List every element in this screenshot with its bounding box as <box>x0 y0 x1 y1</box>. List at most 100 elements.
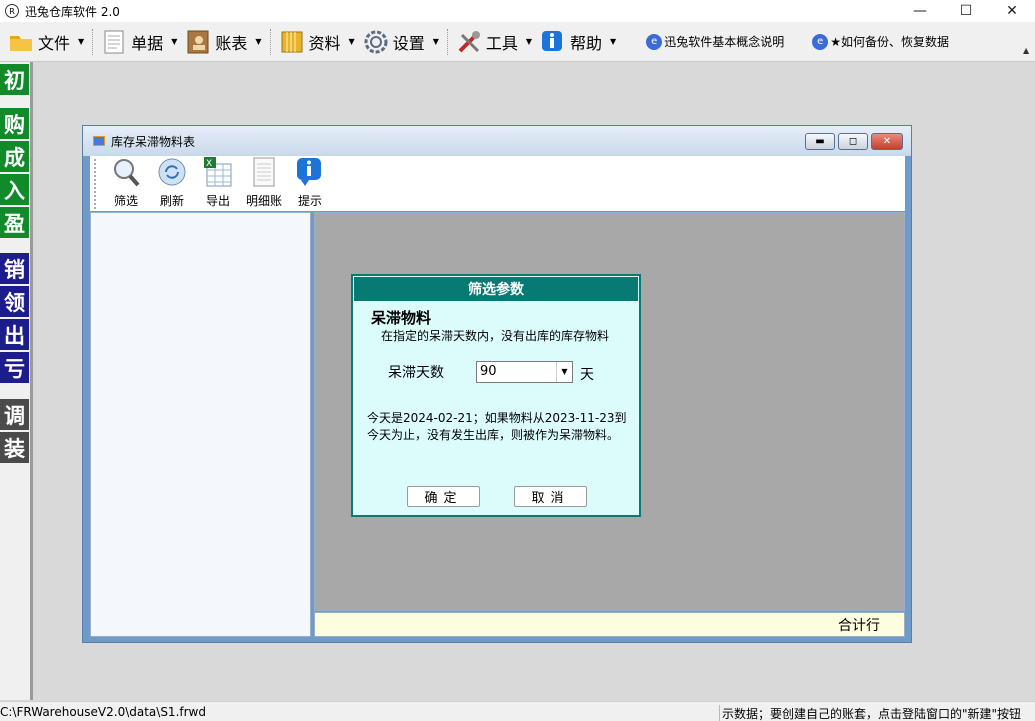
help-link-concepts-label: 迅兔软件基本概念说明 <box>664 35 785 49</box>
minimize-button[interactable]: — <box>897 0 943 22</box>
menu-separator <box>446 28 448 55</box>
child-window-title: 库存呆滞物料表 <box>111 134 196 149</box>
tips-button[interactable]: 提示 <box>287 156 333 211</box>
ie-link-icon: e <box>646 33 663 50</box>
dialog-note: 今天是2024-02-21；如果物料从2023-11-23到今天为止，没有发生出… <box>367 411 627 442</box>
menu-tools[interactable]: 工具 ▼ <box>452 26 536 58</box>
chevron-down-icon: ▼ <box>348 37 355 46</box>
dialog-subtitle: 在指定的呆滞天数内，没有出库的库存物料 <box>381 329 610 343</box>
status-message-text: 示数据；要创建自己的账套，点击登陆窗口的"新建"按钮 <box>722 707 1022 721</box>
filter-label: 筛选 <box>113 194 138 208</box>
document-icon <box>104 30 124 53</box>
help-link-concepts[interactable]: e 迅兔软件基本概念说明 <box>646 33 784 50</box>
dialog-title: 呆滞物料 <box>371 309 432 327</box>
ledger-detail-icon <box>253 157 275 187</box>
dialog-header: 筛选参数 <box>354 277 638 301</box>
help-link-backup[interactable]: e ★如何备份、恢复数据 <box>812 33 949 50</box>
sidebar-item-surplus[interactable]: 盈 <box>0 207 29 238</box>
ledger-detail-button[interactable]: 明细账 <box>241 156 287 211</box>
export-button[interactable]: X 导出 <box>195 156 241 211</box>
menu-reports-label: 账表 <box>215 33 248 53</box>
filter-parameters-dialog: 筛选参数 呆滞物料 在指定的呆滞天数内，没有出库的库存物料 呆滞天数 90 ▼ … <box>351 274 641 517</box>
child-window-icon <box>93 136 105 146</box>
menu-file[interactable]: 文件 ▼ <box>4 26 88 58</box>
stale-days-label: 呆滞天数 <box>388 365 444 381</box>
stale-days-unit: 天 <box>580 367 594 383</box>
toolbar-grip[interactable] <box>94 159 97 209</box>
gear-icon <box>364 30 388 53</box>
svg-text:X: X <box>206 159 212 169</box>
menu-settings[interactable]: 设置 ▼ <box>359 26 443 58</box>
menu-help-label: 帮助 <box>570 33 603 53</box>
window-controls: — ☐ ✕ <box>897 0 1035 22</box>
child-toolbar: 筛选 刷新 X 导出 明细账 提示 <box>90 156 905 211</box>
menu-documents-label: 单据 <box>131 33 164 53</box>
app-title: 迅兔仓库软件 2.0 <box>25 4 120 19</box>
sidebar-item-initial[interactable]: 初 <box>0 64 29 95</box>
chevron-down-icon: ▼ <box>171 37 178 46</box>
sidebar-item-sales[interactable]: 销 <box>0 253 29 284</box>
child-window-title-bar: 库存呆滞物料表 ▬ ◻ ✕ <box>83 126 911 156</box>
help-link-backup-label: ★如何备份、恢复数据 <box>830 35 949 49</box>
info-icon <box>297 158 321 186</box>
menu-separator <box>92 28 94 55</box>
sidebar-item-outbound[interactable]: 出 <box>0 319 29 350</box>
category-tree-panel[interactable] <box>90 212 311 637</box>
ledger-detail-label: 明细账 <box>245 194 282 208</box>
stale-days-value: 90 <box>480 364 497 379</box>
grid-total-row: 合计行 <box>314 612 905 637</box>
chevron-down-icon: ▼ <box>255 37 262 46</box>
refresh-label: 刷新 <box>159 194 184 208</box>
tools-icon <box>458 30 480 52</box>
status-message: 示数据；要创建自己的账套，点击登陆窗口的"新建"按钮 <box>719 705 1035 721</box>
menu-data-label: 资料 <box>308 33 341 53</box>
ledger-book-icon <box>187 30 209 53</box>
ie-link-icon: e <box>812 33 829 50</box>
menu-separator <box>269 28 271 55</box>
child-restore-button[interactable]: ◻ <box>838 133 868 150</box>
menu-help[interactable]: 帮助 ▼ <box>536 26 620 58</box>
excel-export-icon: X <box>204 157 232 187</box>
menu-file-label: 文件 <box>38 33 71 53</box>
sidebar-item-loss[interactable]: 亏 <box>0 352 29 383</box>
child-minimize-button[interactable]: ▬ <box>805 133 835 150</box>
menu-settings-label: 设置 <box>392 33 425 53</box>
refresh-icon <box>158 158 186 186</box>
info-icon <box>542 30 563 51</box>
chevron-down-icon[interactable]: ▼ <box>556 362 572 382</box>
close-button[interactable]: ✕ <box>989 0 1035 22</box>
sidebar-item-inbound[interactable]: 入 <box>0 174 29 205</box>
sidebar-item-assembly[interactable]: 装 <box>0 432 29 463</box>
menu-tools-label: 工具 <box>485 33 518 53</box>
sidebar-item-purchase[interactable]: 购 <box>0 108 29 139</box>
cancel-button[interactable]: 取消 <box>514 486 587 507</box>
child-window-controls: ▬ ◻ ✕ <box>805 133 903 150</box>
sidebar-item-requisition[interactable]: 领 <box>0 286 29 317</box>
chevron-down-icon: ▼ <box>525 37 533 46</box>
menu-reports[interactable]: 账表 ▼ <box>181 26 265 58</box>
sidebar-item-product[interactable]: 成 <box>0 141 29 172</box>
menu-bar: 文件 ▼ 单据 ▼ 账表 ▼ 资料 ▼ 设置 ▼ 工具 ▼ 帮助 ▼ e 迅兔软… <box>0 22 1035 62</box>
chevron-down-icon: ▼ <box>78 37 85 46</box>
status-bar: C:\FRWarehouseV2.0\data\S1.frwd 示数据；要创建自… <box>0 701 1035 721</box>
magnifier-icon <box>114 159 140 187</box>
app-title-bar: R 迅兔仓库软件 2.0 — ☐ ✕ <box>0 0 1035 22</box>
refresh-button[interactable]: 刷新 <box>149 156 195 211</box>
filter-button[interactable]: 筛选 <box>103 156 149 211</box>
menu-documents[interactable]: 单据 ▼ <box>97 26 181 58</box>
tips-label: 提示 <box>297 194 322 208</box>
menu-data[interactable]: 资料 ▼ <box>275 26 359 58</box>
ok-button[interactable]: 确定 <box>407 486 480 507</box>
menu-scroll-up-icon[interactable]: ▲ <box>1023 46 1033 56</box>
folder-icon <box>10 35 32 51</box>
maximize-button[interactable]: ☐ <box>943 0 989 22</box>
total-row-label: 合计行 <box>838 617 880 634</box>
child-close-button[interactable]: ✕ <box>871 133 903 150</box>
sidebar-divider <box>30 62 33 700</box>
chevron-down-icon: ▼ <box>610 37 617 46</box>
sidebar-item-transfer[interactable]: 调 <box>0 399 29 430</box>
export-label: 导出 <box>205 194 230 208</box>
binder-icon <box>281 31 303 52</box>
stale-days-combo[interactable]: 90 ▼ <box>476 361 573 383</box>
chevron-down-icon: ▼ <box>432 37 439 46</box>
